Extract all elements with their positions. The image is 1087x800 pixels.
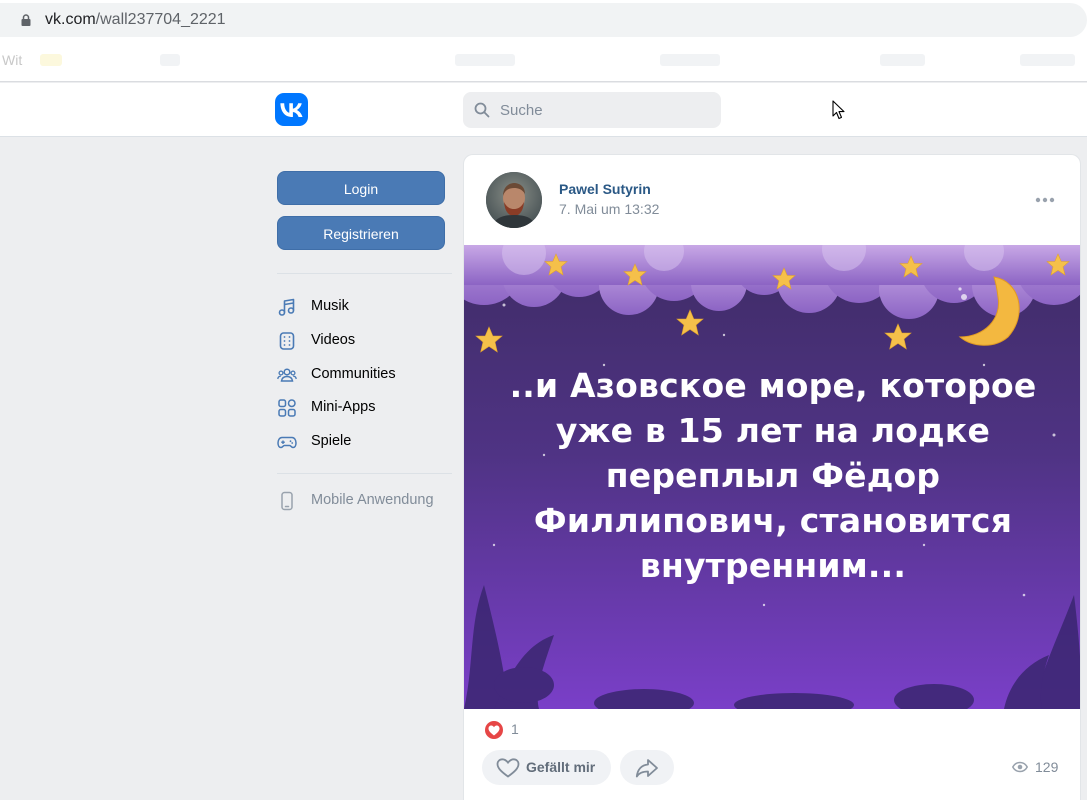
login-button[interactable]: Login [277, 171, 445, 205]
post-image[interactable]: ..и Азовское море, которое уже в 15 лет … [464, 245, 1080, 709]
caption-line: уже в 15 лет на лодке [555, 411, 991, 450]
url-path: /wall237704_2221 [95, 11, 226, 28]
vk-logo[interactable] [275, 93, 308, 126]
like-button[interactable]: Gefällt mir [482, 750, 611, 785]
register-button[interactable]: Registrieren [277, 216, 445, 250]
eye-icon [1012, 761, 1028, 773]
share-arrow-icon [635, 759, 658, 778]
smartphone-icon [281, 491, 293, 511]
video-icon [279, 332, 295, 350]
sidebar-item-label: Communities [311, 366, 396, 382]
avatar-photo [486, 172, 542, 228]
url-text[interactable]: vk.com/wall237704_2221 [45, 11, 226, 29]
music-note-icon [278, 298, 295, 316]
vk-header [0, 83, 1087, 137]
vk-logo-icon [280, 103, 303, 117]
post-card: Pawel Sutyrin 7. Mai um 13:32 ..и Азовск… [463, 154, 1081, 800]
post-image-caption: ..и Азовское море, которое уже в 15 лет … [484, 363, 1062, 588]
post-date[interactable]: 7. Mai um 13:32 [559, 201, 659, 217]
bookmark-blur [455, 54, 515, 66]
sidebar-divider [277, 273, 452, 274]
gamepad-icon [277, 436, 297, 449]
bookmark-blur [660, 54, 720, 66]
more-options-icon[interactable] [1035, 197, 1055, 203]
sidebar-item-label: Mini-Apps [311, 399, 376, 415]
author-avatar[interactable] [486, 172, 542, 228]
url-host: vk.com [45, 11, 96, 28]
caption-line: ..и Азовское море, которое [509, 366, 1037, 405]
bookmark-stub[interactable]: Wit [2, 52, 22, 68]
sidebar-item-label: Spiele [311, 433, 352, 449]
views-count: 129 [1035, 759, 1059, 775]
sidebar-item-label: Mobile Anwendung [311, 492, 434, 508]
like-label: Gefällt mir [526, 759, 596, 775]
lock-icon [21, 14, 31, 26]
bookmark-blur [1020, 54, 1075, 66]
mouse-cursor-icon [832, 100, 845, 120]
caption-line: внутренним... [639, 546, 907, 585]
sidebar-item-videos[interactable]: Videos [277, 326, 452, 356]
sidebar-item-spiele[interactable]: Spiele [277, 427, 452, 457]
heart-reaction-icon [485, 721, 503, 739]
reaction-count[interactable]: 1 [511, 721, 519, 737]
post-author[interactable]: Pawel Sutyrin [559, 181, 651, 197]
share-button[interactable] [620, 750, 674, 785]
bookmark-blur [40, 54, 62, 66]
caption-line: Филлипович, становится [533, 501, 1013, 540]
sidebar-item-mobile-app[interactable]: Mobile Anwendung [277, 486, 452, 516]
address-bar[interactable]: vk.com/wall237704_2221 [0, 3, 1087, 37]
sidebar-item-label: Musik [311, 298, 349, 314]
sidebar-item-label: Videos [311, 332, 356, 348]
bookmarks-bar: Wit [0, 40, 1087, 82]
bookmark-blur [880, 54, 925, 66]
browser-address-area: vk.com/wall237704_2221 [0, 0, 1087, 40]
sidebar-divider [277, 473, 452, 474]
apps-grid-icon [278, 399, 296, 417]
search-box[interactable] [463, 92, 721, 128]
users-icon [277, 368, 297, 382]
search-icon [474, 102, 490, 118]
heart-outline-icon [496, 758, 520, 778]
caption-line: переплыл Фёдор [605, 456, 941, 495]
search-input[interactable] [500, 92, 710, 128]
sidebar-item-musik[interactable]: Musik [277, 292, 452, 322]
sidebar-item-communities[interactable]: Communities [277, 360, 452, 390]
sidebar-item-mini-apps[interactable]: Mini-Apps [277, 393, 452, 423]
bookmark-blur [160, 54, 180, 66]
